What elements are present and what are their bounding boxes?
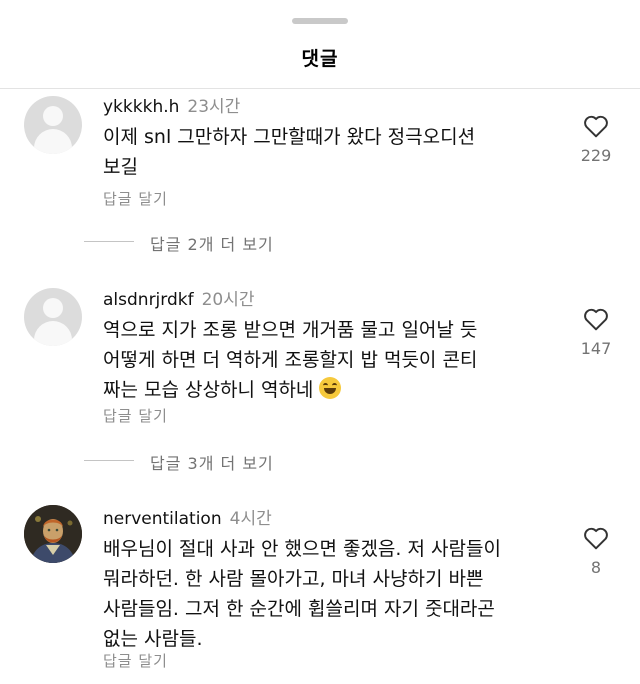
reply-button[interactable]: 답글 달기: [103, 188, 168, 209]
comment-time: 23시간: [187, 97, 241, 117]
comment-username[interactable]: nerventilation: [103, 509, 222, 529]
comment-time: 4시간: [229, 509, 272, 529]
comment-line: 짜는 모습 상상하니 역하네: [103, 375, 543, 405]
like-button[interactable]: 229: [570, 114, 622, 165]
comment-username[interactable]: alsdnrjrdkf: [103, 290, 194, 310]
like-count: 229: [580, 146, 612, 165]
reply-button[interactable]: 답글 달기: [103, 650, 168, 671]
comment-line: 배우님이 절대 사과 안 했으면 좋겠음. 저 사람들이: [103, 538, 501, 560]
comment-text: 역으로 지가 조롱 받으면 개거품 물고 일어날 듯 어떻게 하면 더 역하게 …: [103, 315, 543, 405]
comment-text: 배우님이 절대 사과 안 했으면 좋겠음. 저 사람들이 뭐라하던. 한 사람 …: [103, 534, 543, 654]
comment-line: 이제 snl 그만하자 그만할때가 왔다 정극오디션: [103, 126, 476, 148]
heart-outline-icon: [584, 308, 608, 331]
comment-line: 어떻게 하면 더 역하게 조롱할지 밥 먹듯이 콘티: [103, 349, 478, 371]
comment-username[interactable]: ykkkkh.h: [103, 97, 179, 117]
painting-portrait-avatar: [24, 505, 82, 563]
comment-line: 사람들임. 그저 한 순간에 휩쓸리며 자기 줏대라곤: [103, 598, 495, 620]
like-count: 8: [590, 558, 602, 577]
header-divider: [0, 88, 640, 89]
comment-line: 뭐라하던. 한 사람 몰아가고, 마녀 사냥하기 바쁜: [103, 568, 484, 590]
comment-text: 이제 snl 그만하자 그만할때가 왔다 정극오디션 보길: [103, 122, 543, 182]
heart-outline-icon: [584, 527, 608, 550]
heart-outline-icon: [584, 115, 608, 138]
like-button[interactable]: 8: [570, 526, 622, 577]
sheet-title: 댓글: [301, 48, 339, 70]
comment-line: 역으로 지가 조롱 받으면 개거품 물고 일어날 듯: [103, 319, 478, 341]
comment-line: 보길: [103, 156, 138, 178]
view-replies-label: 답글 2개 더 보기: [150, 235, 274, 254]
avatar[interactable]: [24, 96, 82, 154]
comment-time: 20시간: [201, 290, 255, 310]
comment-item: alsdnrjrdkf 20시간 역으로 지가 조롱 받으면 개거품 물고 일어날…: [0, 285, 640, 475]
sheet-handle[interactable]: [292, 18, 348, 24]
avatar[interactable]: [24, 288, 82, 346]
like-button[interactable]: 147: [570, 307, 622, 358]
reply-button[interactable]: 답글 달기: [103, 405, 168, 426]
comment-meta: nerventilation 4시간: [103, 504, 272, 529]
comment-line: 없는 사람들.: [103, 628, 203, 650]
like-count: 147: [580, 339, 612, 358]
comment-meta: ykkkkh.h 23시간: [103, 92, 240, 117]
view-replies-label: 답글 3개 더 보기: [150, 454, 274, 473]
avatar[interactable]: [24, 505, 82, 563]
grinning-sweat-emoji-icon: [319, 377, 342, 399]
comment-item: nerventilation 4시간 배우님이 절대 사과 안 했으면 좋겠음. …: [0, 504, 640, 684]
comment-item: ykkkkh.h 23시간 이제 snl 그만하자 그만할때가 왔다 정극오디션 …: [0, 92, 640, 262]
comment-meta: alsdnrjrdkf 20시간: [103, 285, 255, 310]
